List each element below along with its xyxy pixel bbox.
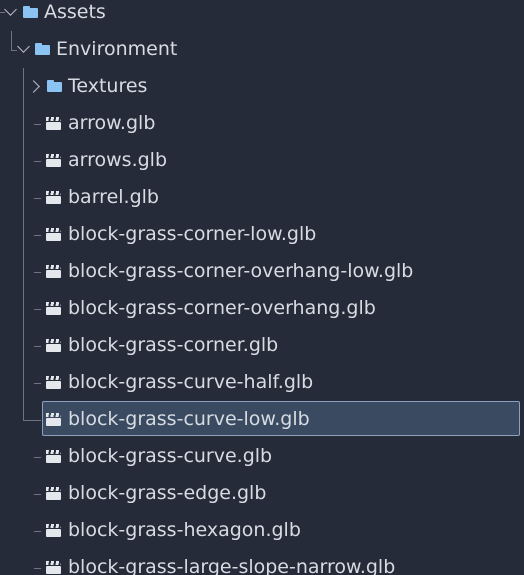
scene-icon	[46, 450, 61, 463]
scene-icon	[46, 228, 61, 241]
file-label: block-grass-corner-overhang-low.glb	[68, 260, 414, 282]
file-label: block-grass-edge.glb	[68, 482, 267, 504]
file-tree: Assets Environment Textures arrow.glb ar…	[0, 0, 524, 575]
file-row-selected[interactable]: block-grass-curve-low.glb	[0, 402, 524, 436]
file-label: arrows.glb	[68, 149, 168, 171]
file-row[interactable]: block-grass-curve.glb	[0, 439, 524, 473]
folder-icon	[35, 43, 50, 55]
scene-icon	[46, 376, 61, 389]
folder-label: Textures	[68, 75, 148, 97]
chevron-down-icon[interactable]	[17, 40, 30, 53]
file-row[interactable]: block-grass-curve-half.glb	[0, 365, 524, 399]
file-label: block-grass-corner-low.glb	[68, 223, 317, 245]
scene-icon	[46, 154, 61, 167]
file-label: arrow.glb	[68, 112, 156, 134]
file-row[interactable]: arrows.glb	[0, 143, 524, 177]
file-label: block-grass-curve.glb	[68, 445, 273, 467]
folder-icon	[23, 6, 38, 18]
scene-icon	[46, 339, 61, 352]
folder-label: Environment	[56, 38, 178, 60]
chevron-right-icon[interactable]	[27, 80, 40, 93]
file-label: block-grass-curve-half.glb	[68, 371, 314, 393]
folder-row-assets[interactable]: Assets	[0, 0, 524, 29]
folder-icon	[47, 80, 62, 92]
file-label: block-grass-corner-overhang.glb	[68, 297, 376, 319]
file-label: block-grass-hexagon.glb	[68, 519, 301, 541]
file-label: block-grass-large-slope-narrow.glb	[68, 556, 396, 575]
file-row[interactable]: block-grass-corner-overhang.glb	[0, 291, 524, 325]
file-row[interactable]: block-grass-large-slope-narrow.glb	[0, 550, 524, 575]
file-label: block-grass-curve-low.glb	[68, 408, 310, 430]
chevron-down-icon[interactable]	[4, 3, 17, 16]
folder-row-textures[interactable]: Textures	[0, 69, 524, 103]
scene-icon	[46, 265, 61, 278]
scene-icon	[46, 524, 61, 537]
file-row[interactable]: block-grass-hexagon.glb	[0, 513, 524, 547]
scene-icon	[46, 561, 61, 574]
scene-icon	[46, 413, 61, 426]
file-row[interactable]: block-grass-edge.glb	[0, 476, 524, 510]
scene-icon	[46, 191, 61, 204]
folder-row-environment[interactable]: Environment	[0, 32, 524, 66]
file-label: block-grass-corner.glb	[68, 334, 279, 356]
scene-icon	[46, 117, 61, 130]
file-row[interactable]: block-grass-corner-overhang-low.glb	[0, 254, 524, 288]
file-row[interactable]: arrow.glb	[0, 106, 524, 140]
file-row[interactable]: block-grass-corner.glb	[0, 328, 524, 362]
scene-icon	[46, 302, 61, 315]
file-row[interactable]: block-grass-corner-low.glb	[0, 217, 524, 251]
scene-icon	[46, 487, 61, 500]
file-label: barrel.glb	[68, 186, 159, 208]
file-row[interactable]: barrel.glb	[0, 180, 524, 214]
folder-label: Assets	[44, 1, 106, 23]
